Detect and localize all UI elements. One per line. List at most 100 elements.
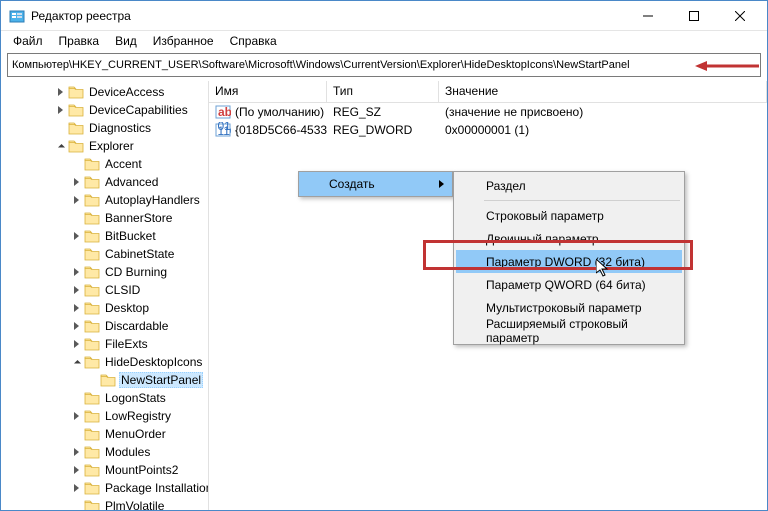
column-name[interactable]: Имя bbox=[209, 81, 327, 102]
tree-item[interactable]: DeviceAccess bbox=[5, 83, 208, 101]
tree-item[interactable]: Advanced bbox=[5, 173, 208, 191]
tree-twisty-icon[interactable] bbox=[53, 103, 67, 117]
tree-twisty-icon[interactable] bbox=[69, 481, 83, 495]
address-bar[interactable]: Компьютер\HKEY_CURRENT_USER\Software\Mic… bbox=[7, 53, 761, 77]
tree-item[interactable]: DeviceCapabilities bbox=[5, 101, 208, 119]
titlebar: Редактор реестра bbox=[1, 1, 767, 31]
folder-icon bbox=[84, 337, 100, 351]
tree-item[interactable]: Desktop bbox=[5, 299, 208, 317]
context-item[interactable]: Параметр DWORD (32 бита) bbox=[456, 250, 682, 273]
menu-file[interactable]: Файл bbox=[5, 32, 51, 50]
tree-item[interactable]: Modules bbox=[5, 443, 208, 461]
context-item-label: Раздел bbox=[486, 179, 526, 193]
context-item-create[interactable]: Создать bbox=[299, 172, 452, 196]
tree-item[interactable]: LogonStats bbox=[5, 389, 208, 407]
folder-icon bbox=[84, 265, 100, 279]
context-item[interactable]: Параметр QWORD (64 бита) bbox=[456, 273, 682, 296]
tree-item[interactable]: CabinetState bbox=[5, 245, 208, 263]
tree-item-label: DeviceAccess bbox=[87, 85, 166, 99]
maximize-button[interactable] bbox=[671, 1, 717, 31]
tree-twisty-icon[interactable] bbox=[69, 355, 83, 369]
context-item[interactable]: Расширяемый строковый параметр bbox=[456, 319, 682, 342]
svg-text:110: 110 bbox=[218, 124, 232, 138]
address-text: Компьютер\HKEY_CURRENT_USER\Software\Mic… bbox=[12, 59, 630, 71]
tree-item-label: LowRegistry bbox=[103, 409, 173, 423]
value-type: REG_SZ bbox=[327, 105, 439, 119]
menu-favorites[interactable]: Избранное bbox=[145, 32, 222, 50]
context-item-label: Мультистроковый параметр bbox=[486, 301, 642, 315]
folder-icon bbox=[84, 193, 100, 207]
tree-item-label: BannerStore bbox=[103, 211, 174, 225]
minimize-button[interactable] bbox=[625, 1, 671, 31]
folder-icon bbox=[84, 319, 100, 333]
list-row[interactable]: ab(По умолчанию)REG_SZ(значение не присв… bbox=[209, 103, 767, 121]
tree-item-label: LogonStats bbox=[103, 391, 168, 405]
tree-item[interactable]: FileExts bbox=[5, 335, 208, 353]
tree-item-label: Explorer bbox=[87, 139, 136, 153]
tree-item[interactable]: PlmVolatile bbox=[5, 497, 208, 510]
folder-icon bbox=[84, 283, 100, 297]
tree-twisty-icon[interactable] bbox=[69, 301, 83, 315]
tree-item[interactable]: CLSID bbox=[5, 281, 208, 299]
value-type: REG_DWORD bbox=[327, 123, 439, 137]
tree-item[interactable]: LowRegistry bbox=[5, 407, 208, 425]
tree-item[interactable]: MountPoints2 bbox=[5, 461, 208, 479]
tree-twisty-icon[interactable] bbox=[69, 445, 83, 459]
tree-twisty-icon[interactable] bbox=[53, 139, 67, 153]
folder-icon bbox=[84, 301, 100, 315]
tree-item[interactable]: Explorer bbox=[5, 137, 208, 155]
tree-item-label: Package Installation bbox=[103, 481, 209, 495]
tree-item[interactable]: Discardable bbox=[5, 317, 208, 335]
tree-twisty-icon[interactable] bbox=[69, 283, 83, 297]
value-name: (По умолчанию) bbox=[235, 105, 324, 119]
tree-item[interactable]: BitBucket bbox=[5, 227, 208, 245]
folder-icon bbox=[84, 211, 100, 225]
context-submenu-new: Раздел Строковый параметр Двоичный парамет… bbox=[453, 171, 685, 345]
tree-item-label: AutoplayHandlers bbox=[103, 193, 202, 207]
tree-item[interactable]: Package Installation bbox=[5, 479, 208, 497]
menu-edit[interactable]: Правка bbox=[51, 32, 108, 50]
folder-icon bbox=[84, 229, 100, 243]
tree-item[interactable]: MenuOrder bbox=[5, 425, 208, 443]
tree-twisty-icon[interactable] bbox=[69, 175, 83, 189]
tree-item[interactable]: CD Burning bbox=[5, 263, 208, 281]
tree-twisty-icon bbox=[69, 247, 83, 261]
menu-view[interactable]: Вид bbox=[107, 32, 145, 50]
context-item[interactable]: Двоичный параметр bbox=[456, 227, 682, 250]
list-row[interactable]: 011110{018D5C66-4533...REG_DWORD0x000000… bbox=[209, 121, 767, 139]
folder-icon bbox=[84, 391, 100, 405]
tree-item[interactable]: AutoplayHandlers bbox=[5, 191, 208, 209]
tree-item-label: CD Burning bbox=[103, 265, 169, 279]
menu-help[interactable]: Справка bbox=[222, 32, 285, 50]
tree-item[interactable]: HideDesktopIcons bbox=[5, 353, 208, 371]
tree-item[interactable]: NewStartPanel bbox=[5, 371, 208, 389]
tree-twisty-icon[interactable] bbox=[69, 463, 83, 477]
tree-pane[interactable]: DeviceAccess DeviceCapabilities Diagnostic… bbox=[1, 81, 209, 510]
annotation-arrow-icon bbox=[695, 59, 759, 73]
tree-twisty-icon[interactable] bbox=[69, 193, 83, 207]
tree-item-label: MountPoints2 bbox=[103, 463, 180, 477]
tree-item[interactable]: Diagnostics bbox=[5, 119, 208, 137]
context-item-label: Строковый параметр bbox=[486, 209, 604, 223]
context-item[interactable]: Строковый параметр bbox=[456, 204, 682, 227]
tree-twisty-icon[interactable] bbox=[69, 409, 83, 423]
folder-icon bbox=[100, 373, 116, 387]
tree-twisty-icon[interactable] bbox=[69, 337, 83, 351]
folder-icon bbox=[84, 481, 100, 495]
tree-twisty-icon[interactable] bbox=[69, 229, 83, 243]
tree-item-label: DeviceCapabilities bbox=[87, 103, 190, 117]
close-button[interactable] bbox=[717, 1, 763, 31]
tree-item[interactable]: BannerStore bbox=[5, 209, 208, 227]
tree-twisty-icon[interactable] bbox=[69, 319, 83, 333]
tree-item[interactable]: Accent bbox=[5, 155, 208, 173]
tree-twisty-icon[interactable] bbox=[69, 265, 83, 279]
binary-value-icon: 011110 bbox=[215, 122, 231, 138]
value-data: (значение не присвоено) bbox=[439, 105, 767, 119]
context-item[interactable]: Раздел bbox=[456, 174, 682, 197]
window-title: Редактор реестра bbox=[31, 9, 625, 23]
column-value[interactable]: Значение bbox=[439, 81, 767, 102]
value-data: 0x00000001 (1) bbox=[439, 123, 767, 137]
tree-twisty-icon[interactable] bbox=[53, 85, 67, 99]
column-type[interactable]: Тип bbox=[327, 81, 439, 102]
folder-icon bbox=[84, 463, 100, 477]
